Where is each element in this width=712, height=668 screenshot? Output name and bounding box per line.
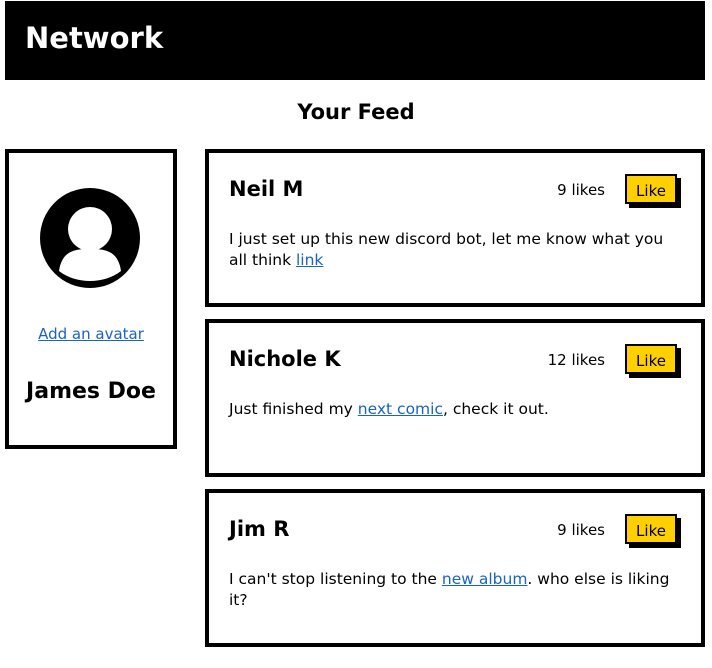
- add-avatar-link[interactable]: Add an avatar: [9, 325, 173, 343]
- post-link[interactable]: new album: [442, 570, 528, 588]
- brand-title: Network: [25, 21, 164, 55]
- post-body: I can't stop listening to the new album.…: [229, 569, 679, 611]
- feed-title: Your Feed: [297, 100, 415, 124]
- post-text: I can't stop listening to the: [229, 570, 442, 588]
- top-nav-bar: Network: [5, 1, 705, 80]
- profile-card: Add an avatar James Doe: [5, 149, 177, 449]
- post-author: Nichole K: [229, 347, 341, 371]
- post-like-count: 9 likes: [557, 521, 605, 539]
- post-card: Neil M 9 likes Like I just set up this n…: [205, 149, 705, 307]
- post-link[interactable]: link: [296, 251, 323, 269]
- post-card: Jim R 9 likes Like I can't stop listenin…: [205, 489, 705, 647]
- post-card: Nichole K 12 likes Like Just finished my…: [205, 319, 705, 477]
- post-author: Neil M: [229, 177, 304, 201]
- post-text: Just finished my: [229, 400, 358, 418]
- post-body: Just finished my next comic, check it ou…: [229, 399, 679, 420]
- post-text-after: , check it out.: [442, 400, 549, 418]
- post-body: I just set up this new discord bot, let …: [229, 229, 679, 271]
- post-like-count: 9 likes: [557, 181, 605, 199]
- profile-name: James Doe: [26, 379, 156, 404]
- like-button[interactable]: Like: [625, 344, 677, 374]
- post-author: Jim R: [229, 517, 290, 541]
- like-button[interactable]: Like: [625, 514, 677, 544]
- post-link[interactable]: next comic: [358, 400, 443, 418]
- like-button[interactable]: Like: [625, 174, 677, 204]
- user-circle-icon: [40, 188, 140, 288]
- post-text: I just set up this new discord bot, let …: [229, 230, 664, 269]
- post-like-count: 12 likes: [547, 351, 605, 369]
